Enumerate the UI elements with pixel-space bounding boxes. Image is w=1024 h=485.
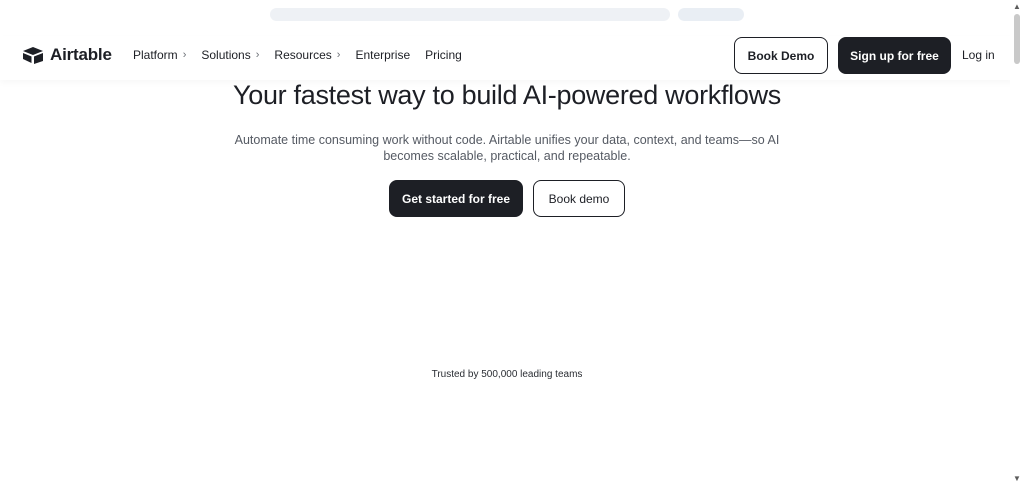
loading-placeholder-bar — [270, 8, 670, 21]
hero-book-demo-button[interactable]: Book demo — [533, 180, 625, 217]
airtable-logo-icon — [22, 46, 44, 64]
hero-title: Your fastest way to build AI-powered wor… — [233, 80, 781, 110]
nav-item-label: Enterprise — [355, 48, 411, 62]
get-started-button[interactable]: Get started for free — [389, 180, 523, 217]
hero-subtitle-line: becomes scalable, practical, and repeata… — [383, 149, 631, 163]
scroll-down-arrow-icon[interactable]: ▼ — [1013, 474, 1021, 483]
nav-item-solutions[interactable]: Solutions › — [201, 48, 259, 62]
hero-subtitle: Automate time consuming work without cod… — [0, 132, 1014, 164]
chevron-right-icon: › — [255, 49, 260, 61]
login-link[interactable]: Log in — [962, 48, 995, 62]
hero-subtitle-line: Automate time consuming work without cod… — [234, 133, 780, 147]
signup-button[interactable]: Sign up for free — [838, 37, 951, 74]
nav-item-label: Solutions — [201, 48, 251, 62]
book-demo-button[interactable]: Book Demo — [734, 37, 828, 74]
nav-item-platform[interactable]: Platform › — [133, 48, 186, 62]
top-navigation: Airtable Platform › Solutions › Resource… — [0, 36, 1014, 80]
nav-item-label: Pricing — [425, 48, 462, 62]
nav-item-resources[interactable]: Resources › — [274, 48, 340, 62]
nav-item-enterprise[interactable]: Enterprise — [355, 48, 410, 62]
chevron-right-icon: › — [336, 49, 341, 61]
trusted-by-text: Trusted by 500,000 leading teams — [431, 369, 583, 380]
main-menu: Platform › Solutions › Resources › Enter… — [133, 48, 477, 62]
loading-placeholder-pill — [678, 8, 744, 21]
brand-name: Airtable — [50, 45, 112, 64]
nav-item-label: Platform — [133, 48, 178, 62]
airtable-logo[interactable]: Airtable — [22, 45, 112, 65]
nav-item-pricing[interactable]: Pricing — [425, 48, 462, 62]
vertical-scrollbar[interactable]: ▲ ▼ — [1010, 0, 1024, 485]
nav-item-label: Resources — [274, 48, 332, 62]
scrollbar-thumb[interactable] — [1014, 14, 1020, 64]
chevron-right-icon: › — [182, 49, 187, 61]
scroll-up-arrow-icon[interactable]: ▲ — [1013, 2, 1021, 11]
